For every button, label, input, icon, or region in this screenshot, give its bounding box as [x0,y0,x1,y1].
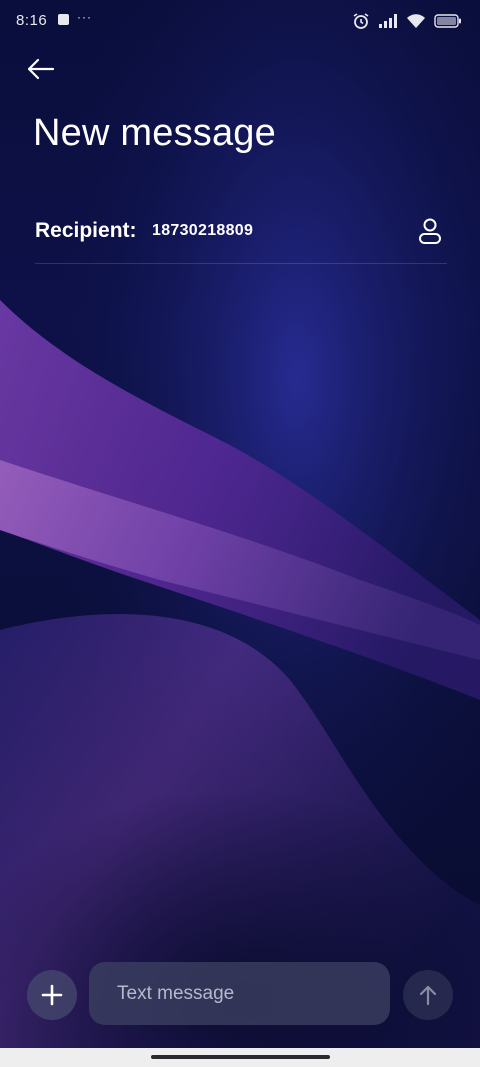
alarm-icon [353,13,369,29]
send-button[interactable] [403,970,453,1020]
status-time: 8:16 [16,12,48,29]
status-icons [352,12,462,30]
navigation-bar [0,1048,480,1067]
attach-button[interactable] [27,970,77,1020]
new-message-screen: 8:16 ··· New message Recipient: 18730218… [0,0,480,1067]
wifi-icon [407,14,425,28]
arrow-up-icon [419,985,437,1006]
compose-bar [0,960,480,1030]
page-title: New message [33,112,276,154]
overflow-dots-icon: ··· [77,10,92,24]
wallpaper [0,0,480,1050]
choose-contact-button[interactable] [413,214,447,248]
home-indicator[interactable] [151,1055,330,1059]
battery-icon [434,14,461,28]
person-icon [419,218,441,244]
recipient-number[interactable]: 18730218809 [152,222,253,240]
plus-icon [41,984,63,1006]
signal-icon [379,14,397,28]
divider [35,263,447,264]
recipient-label: Recipient: [35,219,137,242]
message-input[interactable] [89,962,390,1025]
arrow-left-icon [27,58,55,80]
recipient-field[interactable]: Recipient: 18730218809 [35,210,447,264]
notification-square-icon [58,14,69,25]
status-bar: 8:16 ··· [0,0,480,40]
back-button[interactable] [22,52,62,86]
